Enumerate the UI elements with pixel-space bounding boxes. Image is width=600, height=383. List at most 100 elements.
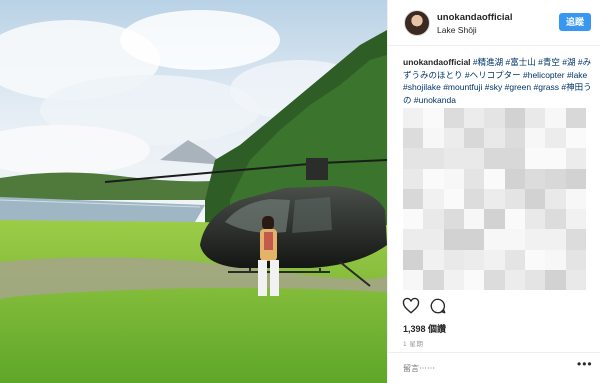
pixel-cell [545,269,566,290]
pixel-cell [565,209,586,230]
pixel-cell [403,108,424,129]
hashtag-link[interactable]: #lake [567,70,587,80]
pixel-cell [545,209,566,230]
pixel-cell [464,108,485,129]
pixel-cell [504,128,525,149]
pixel-cell [423,269,444,290]
pixel-cell [525,209,546,230]
pixel-cell [443,108,464,129]
pixel-cell [484,249,505,270]
pixel-cell [464,249,485,270]
pixel-cell [565,249,586,270]
pixel-cell [545,168,566,189]
pixel-cell [484,128,505,149]
pixel-cell [525,108,546,129]
avatar[interactable] [404,10,430,36]
pixel-cell [525,168,546,189]
pixel-cell [443,148,464,169]
username-link[interactable]: unokandaofficial [437,12,512,23]
pixel-cell [423,209,444,230]
pixel-cell [484,168,505,189]
comment-bar: ••• [388,352,600,383]
pixel-cell [403,249,424,270]
pixel-cell [545,148,566,169]
hashtag-link[interactable]: #湖 [562,57,575,67]
pixel-cell [565,168,586,189]
hashtag-link[interactable]: #sky [485,82,502,92]
pixel-cell [403,269,424,290]
pixel-cell [443,269,464,290]
pixel-cell [484,188,505,210]
action-bar [402,297,592,317]
pixel-cell [484,108,505,129]
helicopter-lake-photo [0,0,387,383]
pixel-cell [545,128,566,149]
pixel-cell [525,148,546,169]
pixel-cell [545,188,566,210]
hashtag-link[interactable]: #精進湖 [473,57,503,67]
comment-input[interactable] [403,361,563,375]
hashtag-link[interactable]: #grass [533,82,559,92]
pixel-cell [464,128,485,149]
pixel-cell [423,148,444,169]
post-time: 1 星期 [403,341,424,348]
hashtag-link[interactable]: #helicopter [523,70,565,80]
pixel-cell [443,128,464,149]
pixel-cell [565,229,586,250]
pixel-cell [565,128,586,149]
pixel-cell [504,168,525,189]
pixel-cell [504,209,525,230]
caption-username[interactable]: unokandaofficial [403,57,471,67]
hashtag-link[interactable]: #ヘリコプター [465,70,521,80]
pixel-cell [484,209,505,230]
pixel-cell [525,128,546,149]
likes-count[interactable]: 1,398 個讚 [403,322,446,335]
pixel-cell [403,229,424,250]
pixel-cell [545,229,566,250]
heart-icon[interactable] [402,297,420,315]
pixel-cell [545,249,566,270]
pixel-cell [565,108,586,129]
pixel-cell [504,229,525,250]
pixel-cell [403,209,424,230]
pixelated-comments [403,108,586,290]
pixel-cell [423,128,444,149]
hashtag-link[interactable]: #green [505,82,531,92]
location-link[interactable]: Lake Shōji [437,25,477,35]
pixel-cell [443,249,464,270]
pixel-cell [423,249,444,270]
hashtag-link[interactable]: #shojilake [403,82,441,92]
hashtag-link[interactable]: #mountfuji [443,82,482,92]
more-options-icon[interactable]: ••• [577,357,593,371]
comment-bubble-icon[interactable] [429,297,447,315]
hashtag-link[interactable]: #unokanda [414,95,456,105]
pixel-cell [464,229,485,250]
hashtag-link[interactable]: #青空 [538,57,560,67]
hashtag-link[interactable]: #富士山 [506,57,536,67]
pixel-cell [423,168,444,189]
pixel-cell [464,269,485,290]
pixel-cell [565,148,586,169]
pixel-cell [504,148,525,169]
post-caption: unokandaofficial #精進湖 #富士山 #青空 #湖 #みずうみの… [403,56,599,106]
post-photo[interactable] [0,0,387,383]
pixel-cell [403,148,424,169]
pixel-cell [504,108,525,129]
pixel-cell [423,229,444,250]
post-side-panel: unokandaofficial Lake Shōji 追蹤 unokandao… [387,0,600,383]
pixel-cell [443,209,464,230]
follow-button[interactable]: 追蹤 [559,13,591,31]
pixel-cell [403,128,424,149]
post-header: unokandaofficial Lake Shōji 追蹤 [388,0,600,46]
pixel-cell [484,148,505,169]
pixel-cell [423,188,444,210]
pixel-cell [525,188,546,210]
pixel-cell [484,229,505,250]
pixel-cell [504,269,525,290]
pixel-cell [464,148,485,169]
pixel-cell [504,249,525,270]
pixel-cell [464,209,485,230]
pixel-cell [525,269,546,290]
pixel-cell [565,188,586,210]
pixel-cell [443,188,464,210]
